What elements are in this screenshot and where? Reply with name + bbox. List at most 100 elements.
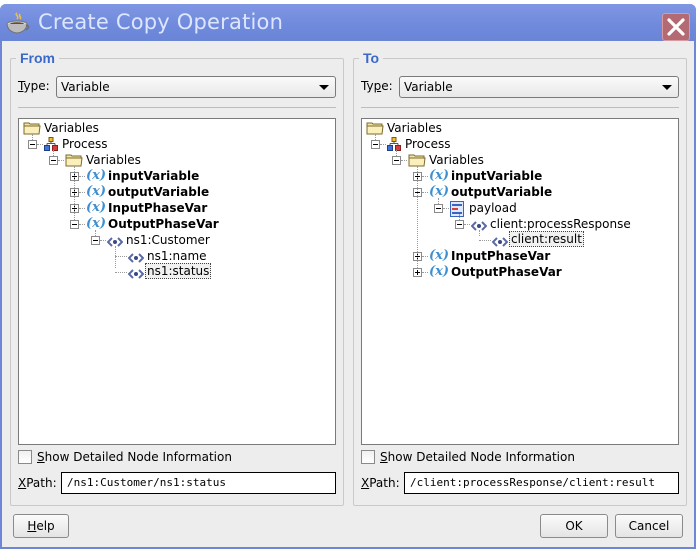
tree-node-label[interactable]: Process bbox=[62, 136, 108, 152]
to-show-detail-label[interactable]: Show Detailed Node Information bbox=[380, 450, 575, 464]
tree-node-label[interactable]: Process bbox=[405, 136, 451, 152]
tree-connector bbox=[95, 230, 96, 236]
from-xpath-input[interactable]: /ns1:Customer/ns1:status bbox=[61, 472, 336, 494]
tree-node[interactable]: (x) OutputPhaseVar bbox=[19, 216, 335, 232]
from-show-detail-label[interactable]: Show Detailed Node Information bbox=[37, 450, 232, 464]
to-xpath-input[interactable]: /client:processResponse/client:result bbox=[404, 472, 679, 494]
tree-connector bbox=[115, 272, 127, 273]
tree-node[interactable]: (x) InputPhaseVar bbox=[19, 200, 335, 216]
tree-connector bbox=[396, 150, 397, 156]
from-variable-tree[interactable]: Variables Process Variables (x) inputVariabl… bbox=[18, 118, 336, 445]
chevron-down-icon bbox=[319, 85, 329, 90]
help-button[interactable]: Help bbox=[13, 514, 69, 538]
from-legend: From bbox=[16, 50, 59, 66]
to-type-select[interactable]: Variable bbox=[399, 76, 679, 98]
collapse-icon[interactable] bbox=[434, 204, 443, 213]
tree-node[interactable]: Process bbox=[362, 136, 678, 152]
expand-icon[interactable] bbox=[413, 268, 422, 277]
ok-button[interactable]: OK bbox=[540, 514, 608, 538]
to-show-detail-checkbox[interactable] bbox=[361, 450, 375, 464]
tree-node-label[interactable]: outputVariable bbox=[451, 184, 552, 200]
to-xpath-rest: Path: bbox=[369, 476, 400, 490]
tree-node[interactable]: payload bbox=[362, 200, 678, 217]
tree-connector bbox=[115, 246, 116, 268]
tree-node-label[interactable]: payload bbox=[469, 200, 517, 216]
tree-node[interactable]: (x) outputVariable bbox=[362, 184, 678, 200]
variable-icon: (x) bbox=[86, 216, 107, 231]
tree-node-label[interactable]: Variables bbox=[44, 120, 99, 136]
variable-icon: (x) bbox=[429, 184, 450, 199]
tree-node-label[interactable]: inputVariable bbox=[451, 168, 542, 184]
to-type-value: Variable bbox=[404, 80, 453, 94]
tree-connector bbox=[53, 150, 54, 156]
tree-node-label[interactable]: inputVariable bbox=[108, 168, 199, 184]
collapse-icon[interactable] bbox=[49, 156, 58, 165]
from-show-detail-mnemonic: S bbox=[37, 450, 45, 464]
tree-node-label[interactable]: InputPhaseVar bbox=[451, 248, 550, 264]
to-separator bbox=[361, 107, 679, 108]
collapse-icon[interactable] bbox=[91, 236, 100, 245]
from-type-select[interactable]: Variable bbox=[56, 76, 336, 98]
title-bar[interactable]: Create Copy Operation bbox=[0, 4, 696, 41]
tree-node-label[interactable]: ns1:status bbox=[145, 263, 212, 279]
tree-connector bbox=[115, 256, 127, 257]
from-xpath-rest: Path: bbox=[26, 476, 57, 490]
tree-node[interactable]: client:processResponse bbox=[362, 216, 678, 232]
tree-connector bbox=[79, 192, 85, 193]
from-xpath-label: XPath: bbox=[18, 476, 57, 490]
collapse-icon[interactable] bbox=[70, 220, 79, 229]
chevron-down-icon bbox=[662, 85, 672, 90]
tree-node-label[interactable]: outputVariable bbox=[108, 184, 209, 200]
from-show-detail-checkbox[interactable] bbox=[18, 450, 32, 464]
tree-node-label[interactable]: OutputPhaseVar bbox=[451, 264, 562, 280]
tree-node[interactable]: client:result bbox=[362, 231, 678, 248]
collapse-icon[interactable] bbox=[371, 140, 380, 149]
tree-connector bbox=[74, 166, 75, 220]
tree-connector bbox=[479, 230, 480, 236]
cancel-button[interactable]: Cancel bbox=[615, 514, 683, 538]
tree-node-label[interactable]: Variables bbox=[429, 152, 484, 168]
variable-icon: (x) bbox=[429, 168, 450, 183]
close-button[interactable] bbox=[662, 13, 690, 41]
tree-node-label[interactable]: ns1:Customer bbox=[126, 232, 210, 248]
tree-node[interactable]: ns1:status bbox=[19, 263, 335, 283]
tree-node[interactable]: (x) inputVariable bbox=[362, 168, 678, 184]
tree-node[interactable]: Variables bbox=[362, 152, 678, 168]
tree-connector bbox=[459, 214, 460, 220]
tree-node[interactable]: (x) OutputPhaseVar bbox=[362, 264, 678, 280]
tree-node[interactable]: (x) InputPhaseVar bbox=[362, 248, 678, 264]
tree-node-label[interactable]: client:result bbox=[509, 231, 584, 247]
tree-node[interactable]: Process bbox=[19, 136, 335, 152]
tree-node[interactable]: (x) outputVariable bbox=[19, 184, 335, 200]
tree-node[interactable]: (x) inputVariable bbox=[19, 168, 335, 184]
tree-node-label[interactable]: InputPhaseVar bbox=[108, 200, 207, 216]
collapse-icon[interactable] bbox=[455, 220, 464, 229]
collapse-icon[interactable] bbox=[392, 156, 401, 165]
tree-connector bbox=[464, 224, 470, 225]
tree-node-label[interactable]: ns1:name bbox=[147, 248, 207, 264]
tree-connector bbox=[479, 240, 491, 241]
tree-node-label[interactable]: client:processResponse bbox=[490, 216, 631, 232]
element-icon bbox=[127, 267, 145, 283]
from-separator bbox=[18, 107, 336, 108]
from-type-rest: ype: bbox=[23, 79, 50, 93]
variable-icon: (x) bbox=[86, 200, 107, 215]
dialog-title: Create Copy Operation bbox=[38, 10, 284, 34]
tree-node[interactable]: ns1:name bbox=[19, 248, 335, 264]
to-variable-tree[interactable]: Variables Process Variables (x) inputVariabl… bbox=[361, 118, 679, 445]
collapse-icon[interactable] bbox=[28, 140, 37, 149]
tree-node[interactable]: Variables bbox=[19, 120, 335, 136]
from-xpath-mnemonic: X bbox=[18, 476, 27, 490]
tree-connector bbox=[380, 144, 386, 145]
tree-node[interactable]: Variables bbox=[19, 152, 335, 168]
tree-node[interactable]: Variables bbox=[362, 120, 678, 136]
tree-node-label[interactable]: Variables bbox=[387, 120, 442, 136]
tree-node-label[interactable]: Variables bbox=[86, 152, 141, 168]
tree-connector bbox=[422, 256, 428, 257]
tree-node[interactable]: ns1:Customer bbox=[19, 232, 335, 248]
from-show-detail-rest: how Detailed Node Information bbox=[44, 450, 232, 464]
tree-node-label[interactable]: OutputPhaseVar bbox=[108, 216, 219, 232]
to-type-label: Type: bbox=[361, 79, 393, 93]
from-type-label: Type: bbox=[18, 79, 50, 93]
variable-icon: (x) bbox=[429, 248, 450, 263]
